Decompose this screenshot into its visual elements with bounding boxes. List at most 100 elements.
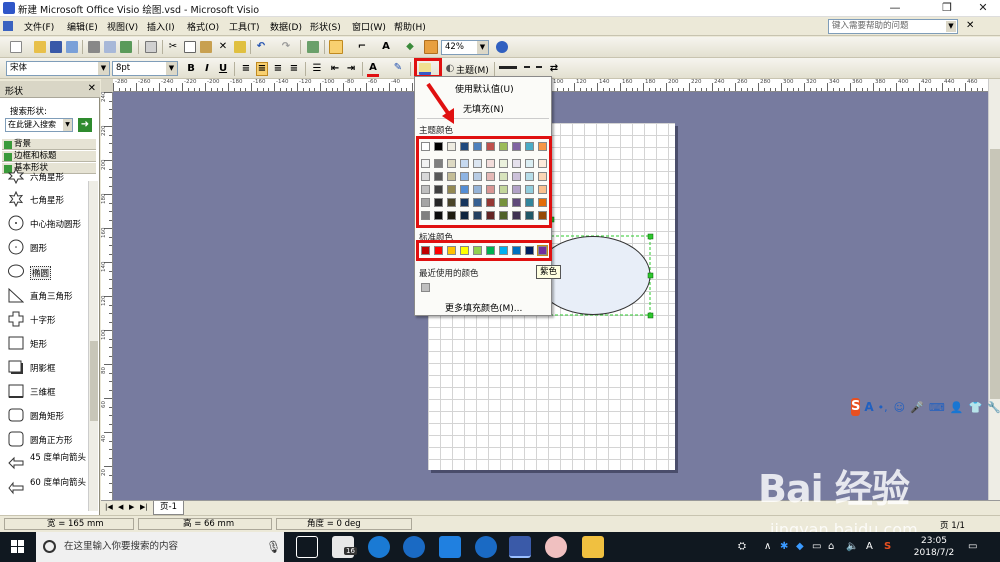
menu-data[interactable]: 数据(D): [270, 20, 302, 33]
menu-help[interactable]: 帮助(H): [394, 20, 426, 33]
align-center-icon[interactable]: ≡: [256, 62, 268, 76]
no-fill-menu-item[interactable]: 无填充(N): [463, 102, 504, 115]
tray-star-icon[interactable]: ✱: [780, 541, 788, 552]
shape-item-rectangle[interactable]: 矩形: [6, 332, 90, 354]
undo-icon[interactable]: ↶: [255, 41, 267, 53]
permission-icon[interactable]: [66, 41, 78, 53]
align-right-icon[interactable]: ≡: [272, 63, 284, 75]
close-icon[interactable]: ✕: [88, 83, 96, 94]
shape-item-center-drag-circle[interactable]: 中心拖动圆形: [6, 212, 90, 234]
minimize-button[interactable]: —: [880, 0, 910, 16]
spelling-icon[interactable]: [120, 41, 132, 53]
microphone-icon[interactable]: 🎙: [266, 532, 281, 562]
canvas-vertical-scrollbar[interactable]: [988, 79, 1000, 500]
bullets-icon[interactable]: ☰: [311, 63, 323, 75]
sogou-icon[interactable]: S: [851, 398, 861, 416]
theme-icon[interactable]: ◐: [444, 63, 456, 75]
line-ends-icon[interactable]: ⇄: [548, 63, 560, 75]
task-view-icon[interactable]: [296, 536, 318, 558]
zoom-select[interactable]: 42% ▼: [441, 40, 489, 55]
network-icon[interactable]: ⌂: [828, 541, 834, 552]
menu-tools[interactable]: 工具(T): [229, 20, 260, 33]
tray-app-icon[interactable]: ◆: [796, 541, 804, 552]
shape-item-right-triangle[interactable]: 直角三角形: [6, 284, 90, 306]
stencil-borders-titles[interactable]: 边框和标题: [2, 150, 96, 162]
shapes-window-icon[interactable]: [307, 41, 319, 53]
shape-item-ellipse[interactable]: 椭圆: [6, 260, 90, 282]
connector-tool-icon[interactable]: ⌐: [356, 41, 368, 53]
open-folder-icon[interactable]: [34, 41, 46, 53]
volume-icon[interactable]: 🔈: [846, 541, 858, 552]
font-size-select[interactable]: 8pt ▼: [112, 61, 178, 76]
search-go-arrow-icon[interactable]: ➜: [78, 118, 92, 132]
chevron-down-icon[interactable]: ▼: [477, 41, 488, 54]
first-page-icon[interactable]: |◀: [105, 503, 113, 511]
tab-page-1[interactable]: 页-1: [153, 501, 184, 515]
line-pattern-icon[interactable]: [524, 66, 542, 68]
wrench-icon[interactable]: 🔧: [987, 401, 1000, 414]
text-tool-icon[interactable]: A: [380, 41, 392, 53]
notification-icon[interactable]: ▭: [968, 541, 977, 552]
tray-sogou-icon[interactable]: S: [884, 541, 891, 552]
sogou-browser-icon[interactable]: [403, 536, 425, 558]
shape-item-3d-box[interactable]: 三维框: [6, 380, 90, 402]
justify-icon[interactable]: ≡: [288, 63, 300, 75]
chevron-down-icon[interactable]: ▼: [946, 21, 956, 32]
help-icon[interactable]: [496, 41, 508, 53]
tray-ime-mode[interactable]: A: [866, 541, 873, 552]
chevron-down-icon[interactable]: ▼: [166, 62, 177, 75]
research-icon[interactable]: [145, 41, 157, 53]
scrollbar-thumb[interactable]: [90, 341, 98, 421]
use-default-menu-item[interactable]: 使用默认值(U): [455, 82, 514, 95]
search-shapes-input[interactable]: 在此键入搜索 ▼: [5, 118, 73, 132]
scrollbar-thumb[interactable]: [990, 149, 1000, 399]
shape-item-shadow-box[interactable]: 阴影框: [6, 356, 90, 378]
menu-shape[interactable]: 形状(S): [310, 20, 341, 33]
next-page-icon[interactable]: ▶: [129, 503, 134, 511]
print-icon[interactable]: [88, 41, 100, 53]
ime-mode[interactable]: A: [864, 400, 873, 414]
tray-chevron-icon[interactable]: ∧: [764, 541, 771, 552]
menu-format[interactable]: 格式(O): [187, 20, 219, 33]
last-page-icon[interactable]: ▶|: [140, 503, 148, 511]
save-icon[interactable]: [50, 41, 62, 53]
file-explorer-icon[interactable]: [582, 536, 604, 558]
menu-edit[interactable]: 编辑(E): [67, 20, 98, 33]
more-fill-colors-menu-item[interactable]: 更多填充颜色(M)...: [445, 301, 522, 314]
emoji-icon[interactable]: ☺: [894, 401, 905, 414]
font-select[interactable]: 宋体 ▼: [6, 61, 110, 76]
pan-zoom-icon[interactable]: [424, 40, 438, 54]
underline-button[interactable]: U: [217, 63, 229, 75]
pointer-tool-icon[interactable]: [329, 40, 343, 54]
mail-icon[interactable]: 16: [332, 536, 357, 558]
shape-item-rounded-rectangle[interactable]: 圆角矩形: [6, 404, 90, 426]
menu-view[interactable]: 视图(V): [107, 20, 138, 33]
menu-insert[interactable]: 插入(I): [147, 20, 175, 33]
people-icon[interactable]: ⛭: [738, 541, 746, 552]
recent-color-swatch[interactable]: [421, 283, 430, 292]
edge-icon[interactable]: [368, 536, 390, 558]
start-button[interactable]: [0, 532, 36, 562]
user-icon[interactable]: 👤: [950, 401, 964, 414]
cut-icon[interactable]: ✂: [167, 41, 179, 53]
delete-icon[interactable]: ✕: [217, 41, 229, 53]
visio-taskbar-icon[interactable]: [509, 536, 531, 558]
taskbar-clock[interactable]: 23:05 2018/7/2: [912, 535, 956, 559]
browser-icon[interactable]: [475, 536, 497, 558]
drawing-tools-icon[interactable]: ◆: [404, 41, 416, 53]
shape-item-60-degree-arrow[interactable]: 60 度单向箭头: [6, 477, 90, 501]
keyboard-icon[interactable]: ⌨: [929, 401, 945, 414]
format-painter-icon[interactable]: [234, 41, 246, 53]
shape-item-heptagram[interactable]: 七角星形: [6, 188, 90, 210]
paste-icon[interactable]: [200, 41, 212, 53]
shape-item-hexagram[interactable]: 六角星形: [6, 165, 90, 187]
shape-item-cross[interactable]: 十字形: [6, 308, 90, 330]
new-icon[interactable]: [10, 41, 22, 53]
increase-indent-icon[interactable]: ⇥: [345, 63, 357, 75]
shapes-pane-scrollbar[interactable]: [88, 181, 98, 511]
help-search-input[interactable]: 键入需要帮助的问题 ▼: [828, 19, 958, 34]
doc-close-icon[interactable]: ✕: [966, 20, 974, 31]
menu-window[interactable]: 窗口(W): [352, 20, 386, 33]
theme-button[interactable]: 主题(M): [456, 63, 489, 76]
italic-button[interactable]: I: [201, 63, 213, 75]
